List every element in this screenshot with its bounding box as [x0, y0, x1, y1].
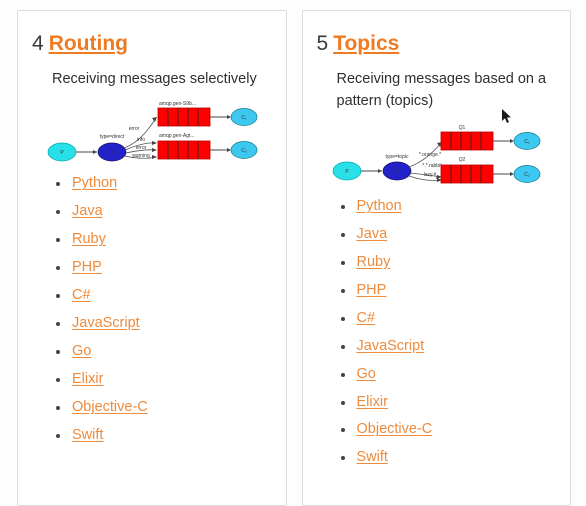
card-heading: 4 Routing: [32, 33, 272, 54]
card-description: Receiving messages selectively: [52, 71, 257, 87]
queue-bottom: [440, 164, 493, 184]
routing-diagram: amqp.gen-S9b... amqp.gen-Agt... P X type…: [32, 96, 272, 170]
list-item[interactable]: Python: [339, 198, 557, 215]
binding-lazy: lazy.#: [423, 172, 436, 178]
svg-text:C₂: C₂: [241, 148, 247, 154]
queue-label-bottom: amqp.gen-Agt...: [159, 133, 195, 139]
lang-link-java[interactable]: Java: [357, 226, 388, 242]
queue-label-bottom: Q2: [458, 157, 465, 163]
list-item[interactable]: Objective-C: [339, 421, 557, 438]
lang-link-csharp[interactable]: C#: [72, 287, 91, 303]
list-item[interactable]: Java: [54, 203, 272, 220]
list-item[interactable]: Swift: [54, 427, 272, 444]
lang-link-javascript[interactable]: JavaScript: [72, 315, 140, 331]
lang-link-php[interactable]: PHP: [72, 259, 102, 275]
list-item[interactable]: Java: [339, 226, 557, 243]
tutorial-card-topics[interactable]: 5 Topics Receiving messages based on a pa…: [301, 10, 571, 506]
queue-top: [440, 131, 493, 151]
lang-link-go[interactable]: Go: [357, 366, 376, 382]
list-item[interactable]: Go: [54, 343, 272, 360]
lang-link-java[interactable]: Java: [72, 203, 103, 219]
binding-error-top: error: [129, 126, 140, 132]
list-item[interactable]: PHP: [54, 259, 272, 276]
tutorial-card-grid: 4 Routing Receiving messages selectively …: [0, 0, 586, 506]
svg-text:C₂: C₂: [524, 172, 530, 178]
list-item[interactable]: JavaScript: [54, 315, 272, 332]
svg-text:C₁: C₁: [241, 115, 247, 121]
svg-text:C₁: C₁: [524, 139, 530, 145]
queue-top: [157, 108, 211, 127]
list-item[interactable]: Elixir: [339, 394, 557, 411]
topics-diagram: Q1 Q2 P X type=topic *.orange.* *.*.rabb…: [317, 119, 557, 193]
lang-link-swift[interactable]: Swift: [357, 449, 388, 465]
language-list-routing: Python Java Ruby PHP C# JavaScript Go El…: [32, 175, 272, 444]
lang-link-python[interactable]: Python: [72, 175, 117, 191]
lang-link-ruby[interactable]: Ruby: [72, 231, 106, 247]
list-item[interactable]: JavaScript: [339, 338, 557, 355]
lang-link-objective-c[interactable]: Objective-C: [72, 399, 148, 415]
binding-info: info: [137, 137, 145, 143]
card-number: 5: [316, 32, 329, 55]
language-list-topics: Python Java Ruby PHP C# JavaScript Go El…: [317, 198, 557, 466]
list-item[interactable]: Go: [339, 366, 557, 383]
lang-link-python[interactable]: Python: [357, 198, 402, 214]
queue-bottom: [157, 141, 211, 160]
list-item[interactable]: C#: [339, 310, 557, 327]
queue-label-top: amqp.gen-S9b...: [159, 101, 196, 107]
list-item[interactable]: Ruby: [339, 254, 557, 271]
card-number: 4: [32, 32, 44, 55]
binding-rabbit: *.*.rabbit: [422, 163, 442, 169]
binding-warning: warning: [132, 153, 150, 159]
list-item[interactable]: Ruby: [54, 231, 272, 248]
lang-link-elixir[interactable]: Elixir: [72, 371, 103, 387]
list-item[interactable]: Swift: [339, 449, 557, 466]
card-description: Receiving messages based on a pattern (t…: [336, 71, 547, 110]
lang-link-objective-c[interactable]: Objective-C: [357, 421, 433, 437]
binding-orange: *.orange.*: [418, 152, 440, 158]
list-item[interactable]: Elixir: [54, 371, 272, 388]
list-item[interactable]: C#: [54, 287, 272, 304]
lang-link-php[interactable]: PHP: [357, 282, 387, 298]
list-item[interactable]: PHP: [339, 282, 557, 299]
lang-link-swift[interactable]: Swift: [72, 427, 103, 443]
exchange-type-label: type=direct: [100, 134, 125, 140]
lang-link-go[interactable]: Go: [72, 343, 91, 359]
lang-link-csharp[interactable]: C#: [357, 310, 376, 326]
binding-error-bottom: error: [136, 145, 147, 151]
list-item[interactable]: Python: [54, 175, 272, 192]
lang-link-elixir[interactable]: Elixir: [357, 394, 388, 410]
card-title-link[interactable]: Routing: [49, 32, 128, 55]
card-heading: 5 Topics: [317, 33, 557, 54]
tutorials-page: 4 Routing Receiving messages selectively …: [0, 0, 586, 506]
queue-label-top: Q1: [458, 125, 465, 131]
list-item[interactable]: Objective-C: [54, 399, 272, 416]
exchange-type-label: type=topic: [385, 154, 408, 160]
lang-link-javascript[interactable]: JavaScript: [357, 338, 425, 354]
card-title-link[interactable]: Topics: [333, 32, 399, 55]
lang-link-ruby[interactable]: Ruby: [357, 254, 391, 270]
tutorial-card-routing[interactable]: 4 Routing Receiving messages selectively …: [17, 10, 287, 506]
